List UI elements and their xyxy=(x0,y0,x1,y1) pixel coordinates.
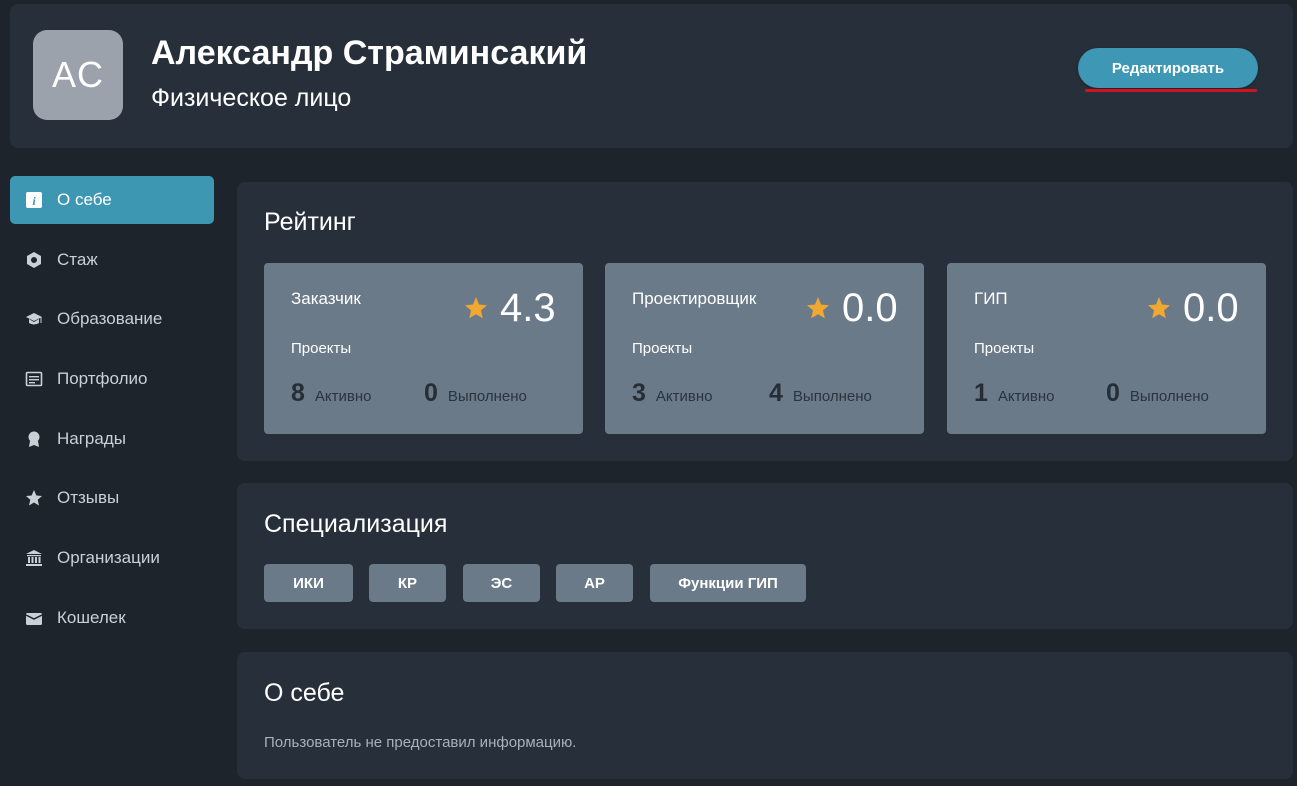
tag-gip-functions[interactable]: Функции ГИП xyxy=(650,564,806,602)
sidebar-item-experience[interactable]: Стаж xyxy=(10,236,214,284)
stat-done-label: Выполнено xyxy=(447,388,527,405)
sidebar-item-label: Отзывы xyxy=(57,488,120,508)
award-icon xyxy=(24,429,44,449)
star-icon xyxy=(24,488,44,508)
card-projects-label: Проекты xyxy=(291,340,352,357)
sidebar-item-about[interactable]: i О себе xyxy=(10,176,214,224)
sidebar-item-wallet[interactable]: Кошелек xyxy=(10,594,214,642)
tag-iki[interactable]: ИКИ xyxy=(264,564,353,602)
specialization-title: Специализация xyxy=(264,510,448,538)
about-panel: О себе Пользователь не предоставил инфор… xyxy=(237,652,1293,779)
sidebar-item-label: О себе xyxy=(57,190,112,209)
sidebar-item-organizations[interactable]: Организации xyxy=(10,534,214,582)
rating-panel: Рейтинг Заказчик 4.3 Проекты 8 Активно 0… xyxy=(237,182,1293,461)
sidebar-item-label: Организации xyxy=(57,548,160,568)
stat-done-count: 0 xyxy=(424,379,438,407)
hexagon-icon xyxy=(24,250,44,270)
about-text: Пользователь не предоставил информацию. xyxy=(264,734,577,751)
stat-done-count: 0 xyxy=(1106,379,1120,407)
sidebar-item-label: Портфолио xyxy=(57,369,148,389)
stat-done-label: Выполнено xyxy=(1129,388,1209,405)
star-icon xyxy=(1148,297,1170,319)
about-title: О себе xyxy=(264,679,345,707)
stat-active-label: Активно xyxy=(314,388,372,405)
tag-es[interactable]: ЭС xyxy=(463,564,540,602)
wallet-icon xyxy=(24,608,44,628)
card-role: Заказчик xyxy=(291,289,361,308)
star-icon xyxy=(465,297,487,319)
sidebar-item-label: Награды xyxy=(57,428,126,448)
bank-icon xyxy=(24,548,44,568)
document-icon xyxy=(24,369,44,389)
stat-done-label: Выполнено xyxy=(792,388,872,405)
stat-active-label: Активно xyxy=(997,388,1055,405)
rating-card-customer: Заказчик 4.3 Проекты 8 Активно 0 Выполне… xyxy=(264,263,583,434)
edit-underline xyxy=(1085,89,1257,92)
sidebar-nav: i О себе Стаж Образование Портфолио Нагр… xyxy=(10,176,214,654)
card-stat-active: 3 Активно xyxy=(632,379,713,408)
card-stat-active: 8 Активно xyxy=(291,379,372,408)
rating-card-designer: Проектировщик 0.0 Проекты 3 Активно 4 Вы… xyxy=(605,263,924,434)
card-score: 0.0 xyxy=(1183,286,1239,330)
card-stat-done: 4 Выполнено xyxy=(769,379,872,408)
sidebar-item-reviews[interactable]: Отзывы xyxy=(10,474,214,522)
card-projects-label: Проекты xyxy=(632,340,693,357)
user-type: Физическое лицо xyxy=(151,84,352,112)
avatar: AC xyxy=(33,30,123,120)
card-role: Проектировщик xyxy=(632,289,757,308)
star-icon xyxy=(807,297,829,319)
stat-active-count: 3 xyxy=(632,379,646,407)
tag-ar[interactable]: АР xyxy=(556,564,633,602)
graduation-cap-icon xyxy=(24,309,44,329)
stat-active-count: 1 xyxy=(974,379,988,407)
specialization-panel: Специализация ИКИ КР ЭС АР Функции ГИП xyxy=(237,483,1293,629)
sidebar-item-label: Образование xyxy=(57,309,163,329)
tag-kr[interactable]: КР xyxy=(369,564,446,602)
stat-active-count: 8 xyxy=(291,379,305,407)
sidebar-item-portfolio[interactable]: Портфолио xyxy=(10,355,214,403)
card-projects-label: Проекты xyxy=(974,340,1035,357)
card-stat-done: 0 Выполнено xyxy=(424,379,527,408)
sidebar-item-awards[interactable]: Награды xyxy=(10,415,214,463)
card-role: ГИП xyxy=(974,289,1008,308)
sidebar-item-education[interactable]: Образование xyxy=(10,295,214,343)
profile-header: AC Александр Страминсакий Физическое лиц… xyxy=(10,4,1293,148)
card-score: 0.0 xyxy=(842,286,898,330)
stat-active-label: Активно xyxy=(655,388,713,405)
card-score: 4.3 xyxy=(500,286,556,330)
stat-done-count: 4 xyxy=(769,379,783,407)
user-name: Александр Страминсакий xyxy=(151,34,588,72)
card-stat-done: 0 Выполнено xyxy=(1106,379,1209,408)
rating-title: Рейтинг xyxy=(264,208,356,236)
card-stat-active: 1 Активно xyxy=(974,379,1055,408)
sidebar-item-label: Кошелек xyxy=(57,607,126,627)
sidebar-item-label: Стаж xyxy=(57,249,98,269)
rating-card-gip: ГИП 0.0 Проекты 1 Активно 0 Выполнено xyxy=(947,263,1266,434)
info-icon: i xyxy=(24,190,44,210)
edit-button[interactable]: Редактировать xyxy=(1078,48,1258,88)
